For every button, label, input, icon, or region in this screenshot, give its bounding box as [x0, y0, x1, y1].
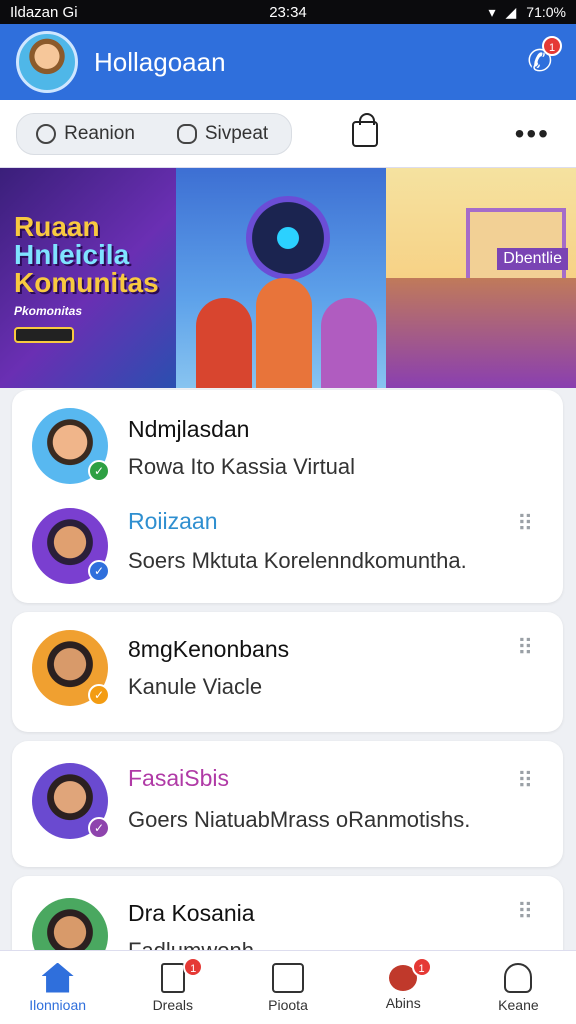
- chat-card[interactable]: ✓ Ndmjlasdan Rowa Ito Kassia Virtual ✓ R…: [12, 390, 563, 603]
- contact-subtitle: Soers Mktuta Korelenndkomuntha.: [128, 548, 467, 573]
- search-icon: [36, 123, 57, 144]
- banner-button: [14, 327, 74, 343]
- nav-label: Dreals: [152, 996, 194, 1013]
- banner-illustration-center: [176, 168, 386, 388]
- drag-handle-icon[interactable]: ⠿: [517, 901, 539, 928]
- chat-row[interactable]: ✓ Ndmjlasdan Rowa Ito Kassia Virtual: [12, 396, 563, 496]
- person-icon: [504, 962, 533, 993]
- crowd-illustration: [386, 278, 576, 388]
- banner-title-line1: Ruaan: [14, 211, 100, 242]
- contact-name: FasaiSbis: [128, 765, 229, 791]
- nav-item-home[interactable]: Ilonnioan: [0, 951, 115, 1024]
- banner-title-line2: Hnleicila: [14, 239, 130, 270]
- segment-sivpeat[interactable]: Sivpeat: [154, 123, 291, 145]
- chat-card[interactable]: ✓ FasaiSbis Goers NiatuabMrass oRanmotis…: [12, 741, 563, 867]
- contact-subtitle: Kanule Viacle: [128, 674, 263, 699]
- status-time: 23:34: [269, 4, 307, 21]
- nav-label: Keane: [498, 996, 539, 1013]
- chat-card[interactable]: ✓ 8mgKenonbans Kanule Viacle ⠿: [12, 612, 563, 732]
- call-button[interactable]: ✆ 1: [520, 36, 562, 82]
- contact-subtitle: Goers NiatuabMrass oRanmotishs.: [128, 807, 471, 832]
- app-bar: Hollagoaan ✆ 1: [0, 24, 576, 100]
- community-banner[interactable]: Ruaan Hnleicila Komunitas Pkomonitas Dbe…: [0, 168, 576, 388]
- chat-icon: [176, 123, 197, 144]
- chat-row[interactable]: ✓ FasaiSbis Goers NiatuabMrass oRanmotis…: [12, 753, 563, 853]
- segment-reanion[interactable]: Reanion: [17, 123, 154, 145]
- segment-reanion-label: Reanion: [64, 122, 135, 144]
- nav-item-keane[interactable]: Keane: [461, 951, 576, 1024]
- home-icon: [41, 962, 74, 993]
- nav-item-abins[interactable]: 1 Abins: [346, 951, 461, 1024]
- drag-handle-icon[interactable]: ⠿: [517, 770, 539, 797]
- person-illustration: [256, 278, 312, 388]
- contact-name: Dra Kosania: [128, 900, 255, 926]
- toolbar: Reanion Sivpeat •••: [0, 100, 576, 168]
- nav-label: Abins: [385, 994, 421, 1011]
- verified-badge-icon: ✓: [88, 460, 110, 482]
- app-title: Hollagoaan: [94, 46, 226, 77]
- drag-handle-icon[interactable]: ⠿: [517, 637, 539, 664]
- banner-title-line3: Komunitas: [14, 267, 159, 298]
- house-icon: [272, 962, 304, 993]
- nav-item-dreals[interactable]: 1 Dreals: [115, 951, 230, 1024]
- status-bar: Ildazan Gi 23:34 ▾ ◢ 71:0%: [0, 0, 576, 24]
- more-options-icon[interactable]: •••: [515, 118, 550, 150]
- contact-name: 8mgKenonbans: [128, 636, 290, 662]
- nav-badge: 1: [411, 957, 432, 977]
- verified-badge-icon: ✓: [88, 684, 110, 706]
- banner-subtitle: Pkomonitas: [14, 304, 83, 318]
- banner-illustration-right: Dbentlie: [386, 168, 576, 388]
- nav-badge: 1: [183, 957, 204, 977]
- person-illustration: [321, 298, 377, 388]
- nav-item-pioota[interactable]: Pioota: [230, 951, 345, 1024]
- banner-title-panel: Ruaan Hnleicila Komunitas Pkomonitas: [0, 168, 176, 388]
- call-badge: 1: [542, 36, 562, 56]
- person-illustration: [196, 298, 252, 388]
- segment-control: Reanion Sivpeat: [16, 112, 292, 155]
- contact-name: Roiizaan: [128, 508, 218, 534]
- vr-disc-illustration: [246, 196, 330, 280]
- nav-label: Pioota: [268, 996, 308, 1013]
- chat-row[interactable]: ✓ 8mgKenonbans Kanule Viacle ⠿: [12, 622, 563, 722]
- bottom-nav: Ilonnioan 1 Dreals Pioota 1 Abins Keane: [0, 950, 576, 1024]
- segment-sivpeat-label: Sivpeat: [204, 122, 269, 144]
- nav-label: Ilonnioan: [29, 996, 87, 1013]
- contact-subtitle: Rowa Ito Kassia Virtual: [128, 454, 356, 479]
- profile-avatar[interactable]: [16, 31, 78, 93]
- lock-icon[interactable]: [352, 112, 378, 147]
- verified-badge-icon: ✓: [88, 560, 110, 582]
- banner-sign: Dbentlie: [497, 248, 568, 270]
- contact-name: Ndmjlasdan: [128, 416, 250, 442]
- document-icon: [160, 962, 185, 993]
- verified-badge-icon: ✓: [88, 817, 110, 839]
- chat-row[interactable]: ✓ Roiizaan Soers Mktuta Korelenndkomunth…: [12, 500, 563, 600]
- drag-handle-icon[interactable]: ⠿: [517, 513, 539, 540]
